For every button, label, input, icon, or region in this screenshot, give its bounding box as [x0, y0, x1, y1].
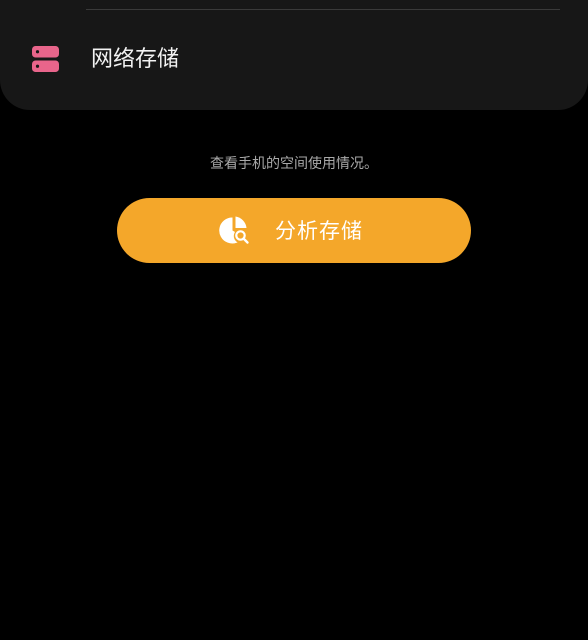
storage-list-card: 网络存储 — [0, 0, 588, 110]
storage-screen: 网络存储 查看手机的空间使用情况。 分析存储 — [0, 0, 588, 640]
list-divider — [86, 9, 560, 10]
network-storage-item[interactable]: 网络存储 — [0, 30, 588, 92]
network-storage-label: 网络存储 — [91, 47, 180, 72]
storage-analysis-icon — [219, 216, 251, 246]
analyze-storage-button[interactable]: 分析存储 — [117, 198, 471, 263]
network-storage-icon — [31, 45, 60, 73]
analyze-storage-label: 分析存储 — [275, 218, 363, 243]
storage-analysis-hint: 查看手机的空间使用情况。 — [210, 156, 378, 172]
